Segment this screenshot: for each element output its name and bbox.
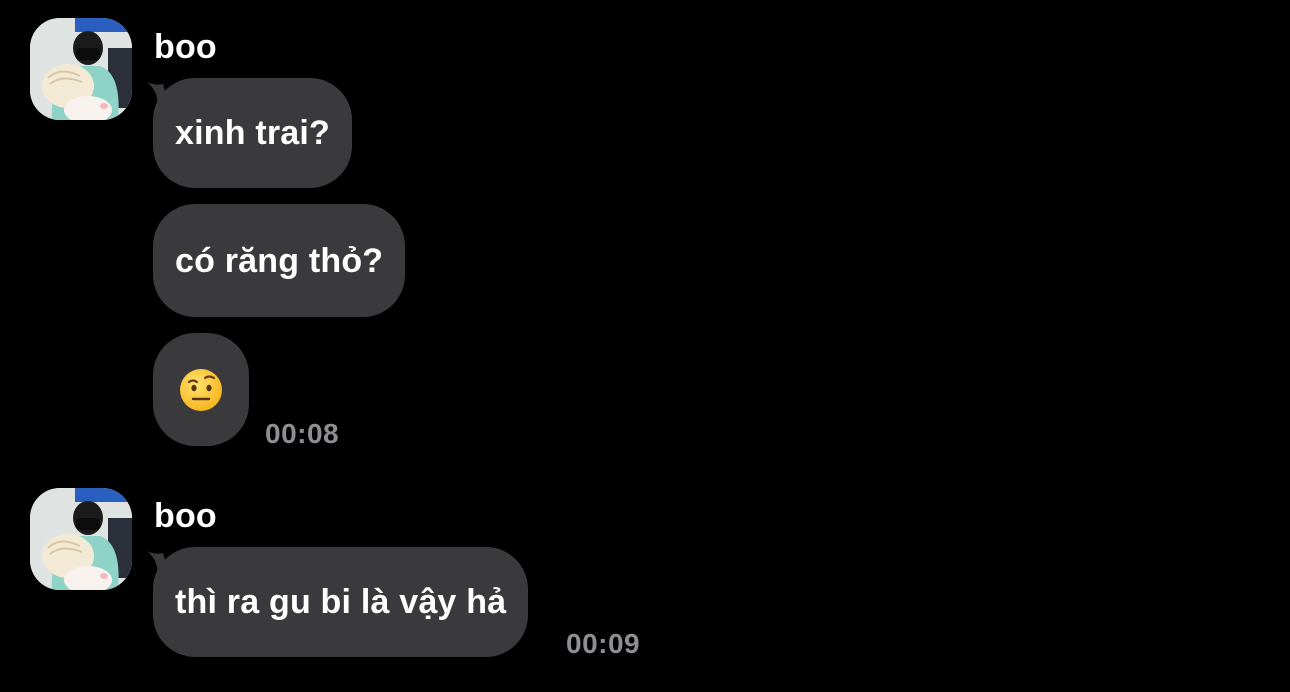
sender-name: boo [154,497,217,535]
message-bubble[interactable]: xinh trai? [153,78,353,188]
face-with-raised-eyebrow-icon [180,368,222,411]
message-timestamp: 00:09 [566,628,641,659]
message-bubble[interactable]: có răng thỏ? [153,204,406,317]
emoji-message-bubble[interactable] [153,333,249,446]
avatar-photo [30,18,132,120]
avatar[interactable] [30,488,132,590]
avatar[interactable] [30,18,132,120]
message-bubble[interactable]: thì ra gu bi là vậy hả [153,547,529,657]
message-text: thì ra gu bi là vậy hả [175,583,507,621]
message-text: có răng thỏ? [175,241,384,280]
message-timestamp: 00:08 [265,418,340,449]
message-text: xinh trai? [175,114,331,152]
avatar-photo [30,488,132,590]
sender-name: boo [154,28,217,66]
